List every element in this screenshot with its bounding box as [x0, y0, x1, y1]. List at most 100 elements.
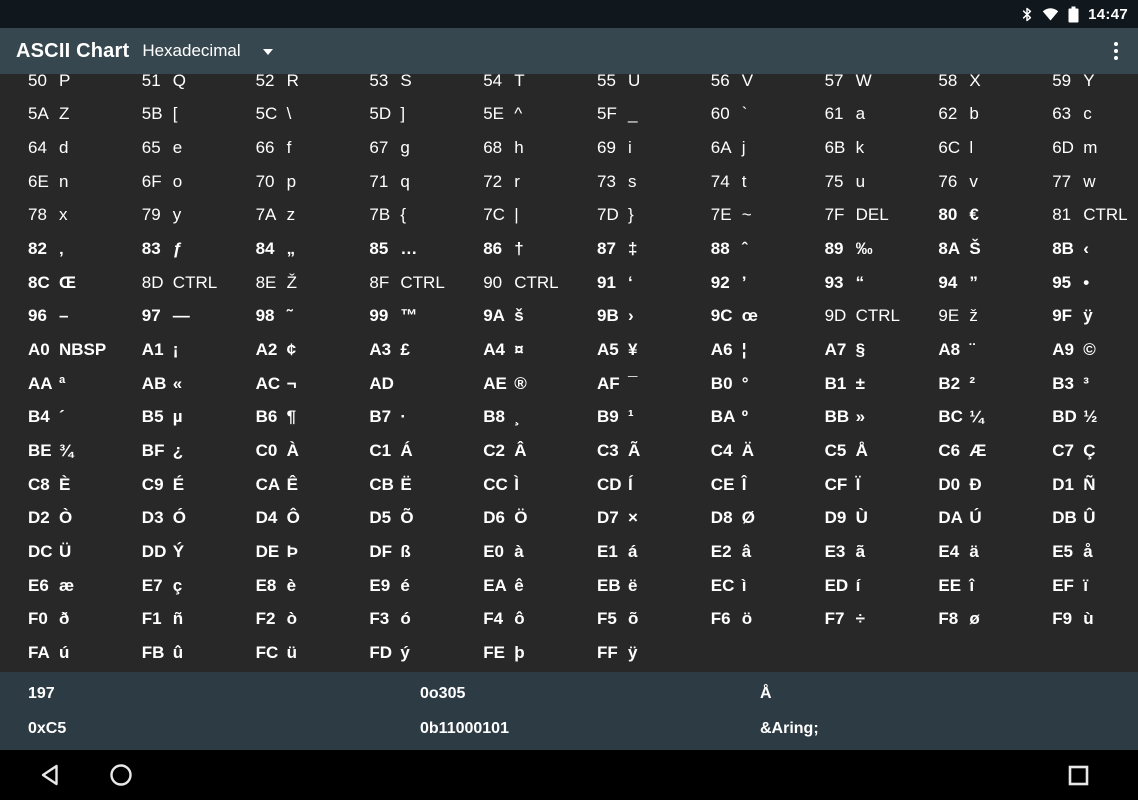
- ascii-cell-A2[interactable]: A2¢: [228, 333, 342, 367]
- back-button[interactable]: [25, 751, 73, 799]
- ascii-cell-C9[interactable]: C9É: [114, 468, 228, 502]
- ascii-cell-5A[interactable]: 5AZ: [0, 98, 114, 132]
- ascii-cell-87[interactable]: 87‡: [569, 232, 683, 266]
- ascii-cell-78[interactable]: 78x: [0, 199, 114, 233]
- home-button[interactable]: [97, 751, 145, 799]
- ascii-cell-AC[interactable]: AC¬: [228, 367, 342, 401]
- ascii-cell-A1[interactable]: A1¡: [114, 333, 228, 367]
- ascii-cell-AE[interactable]: AE®: [455, 367, 569, 401]
- ascii-cell-58[interactable]: 58X: [910, 74, 1024, 98]
- ascii-cell-C0[interactable]: C0À: [228, 434, 342, 468]
- ascii-cell-97[interactable]: 97—: [114, 300, 228, 334]
- ascii-cell-95[interactable]: 95•: [1024, 266, 1138, 300]
- ascii-cell-80[interactable]: 80€: [910, 199, 1024, 233]
- ascii-cell-F5[interactable]: F5õ: [569, 603, 683, 637]
- ascii-cell-D7[interactable]: D7×: [569, 502, 683, 536]
- ascii-cell-53[interactable]: 53S: [341, 74, 455, 98]
- ascii-cell-7A[interactable]: 7Az: [228, 199, 342, 233]
- ascii-cell-E1[interactable]: E1á: [569, 535, 683, 569]
- ascii-cell-AF[interactable]: AF¯: [569, 367, 683, 401]
- ascii-cell-C4[interactable]: C4Ä: [683, 434, 797, 468]
- ascii-cell-5D[interactable]: 5D]: [341, 98, 455, 132]
- ascii-cell-B6[interactable]: B6¶: [228, 401, 342, 435]
- ascii-cell-DD[interactable]: DDÝ: [114, 535, 228, 569]
- ascii-cell-F4[interactable]: F4ô: [455, 603, 569, 637]
- ascii-cell-A8[interactable]: A8¨: [910, 333, 1024, 367]
- ascii-cell-9A[interactable]: 9Aš: [455, 300, 569, 334]
- ascii-cell-75[interactable]: 75u: [797, 165, 911, 199]
- ascii-cell-C7[interactable]: C7Ç: [1024, 434, 1138, 468]
- ascii-cell-65[interactable]: 65e: [114, 131, 228, 165]
- ascii-cell-9E[interactable]: 9Ež: [910, 300, 1024, 334]
- ascii-cell-FB[interactable]: FBû: [114, 636, 228, 670]
- ascii-cell-BB[interactable]: BB»: [797, 401, 911, 435]
- ascii-cell-DF[interactable]: DFß: [341, 535, 455, 569]
- ascii-cell-CD[interactable]: CDÍ: [569, 468, 683, 502]
- ascii-cell-63[interactable]: 63c: [1024, 98, 1138, 132]
- ascii-cell-F7[interactable]: F7÷: [797, 603, 911, 637]
- ascii-cell-64[interactable]: 64d: [0, 131, 114, 165]
- ascii-cell-73[interactable]: 73s: [569, 165, 683, 199]
- ascii-cell-51[interactable]: 51Q: [114, 74, 228, 98]
- ascii-cell-FD[interactable]: FDý: [341, 636, 455, 670]
- ascii-cell-D9[interactable]: D9Ù: [797, 502, 911, 536]
- ascii-cell-52[interactable]: 52R: [228, 74, 342, 98]
- ascii-cell-50[interactable]: 50P: [0, 74, 114, 98]
- ascii-cell-BF[interactable]: BF¿: [114, 434, 228, 468]
- ascii-cell-E6[interactable]: E6æ: [0, 569, 114, 603]
- ascii-cell-A9[interactable]: A9©: [1024, 333, 1138, 367]
- ascii-cell-F1[interactable]: F1ñ: [114, 603, 228, 637]
- ascii-cell-86[interactable]: 86†: [455, 232, 569, 266]
- ascii-cell-E7[interactable]: E7ç: [114, 569, 228, 603]
- ascii-cell-5B[interactable]: 5B[: [114, 98, 228, 132]
- ascii-cell-ED[interactable]: EDí: [797, 569, 911, 603]
- ascii-cell-60[interactable]: 60`: [683, 98, 797, 132]
- ascii-cell-8E[interactable]: 8EŽ: [228, 266, 342, 300]
- ascii-cell-66[interactable]: 66f: [228, 131, 342, 165]
- ascii-cell-7F[interactable]: 7FDEL: [797, 199, 911, 233]
- ascii-cell-8D[interactable]: 8DCTRL: [114, 266, 228, 300]
- ascii-cell-6A[interactable]: 6Aj: [683, 131, 797, 165]
- ascii-cell-E8[interactable]: E8è: [228, 569, 342, 603]
- ascii-cell-D8[interactable]: D8Ø: [683, 502, 797, 536]
- ascii-cell-F8[interactable]: F8ø: [910, 603, 1024, 637]
- ascii-cell-6C[interactable]: 6Cl: [910, 131, 1024, 165]
- ascii-cell-56[interactable]: 56V: [683, 74, 797, 98]
- ascii-cell-82[interactable]: 82‚: [0, 232, 114, 266]
- ascii-cell-B7[interactable]: B7·: [341, 401, 455, 435]
- ascii-grid-viewport[interactable]: 50P51Q52R53S54T55U56V57W58X59Y5AZ5B[5C\5…: [0, 74, 1138, 672]
- ascii-cell-8B[interactable]: 8B‹: [1024, 232, 1138, 266]
- ascii-cell-BD[interactable]: BD½: [1024, 401, 1138, 435]
- ascii-cell-EF[interactable]: EFï: [1024, 569, 1138, 603]
- ascii-cell-6F[interactable]: 6Fo: [114, 165, 228, 199]
- ascii-cell-83[interactable]: 83ƒ: [114, 232, 228, 266]
- ascii-cell-E4[interactable]: E4ä: [910, 535, 1024, 569]
- ascii-cell-A4[interactable]: A4¤: [455, 333, 569, 367]
- ascii-cell-CF[interactable]: CFÏ: [797, 468, 911, 502]
- ascii-cell-D5[interactable]: D5Õ: [341, 502, 455, 536]
- ascii-cell-B8[interactable]: B8¸: [455, 401, 569, 435]
- ascii-cell-9D[interactable]: 9DCTRL: [797, 300, 911, 334]
- ascii-cell-D6[interactable]: D6Ö: [455, 502, 569, 536]
- ascii-cell-F0[interactable]: F0ð: [0, 603, 114, 637]
- ascii-cell-57[interactable]: 57W: [797, 74, 911, 98]
- ascii-cell-A3[interactable]: A3£: [341, 333, 455, 367]
- ascii-cell-54[interactable]: 54T: [455, 74, 569, 98]
- ascii-cell-85[interactable]: 85…: [341, 232, 455, 266]
- ascii-cell-B1[interactable]: B1±: [797, 367, 911, 401]
- ascii-cell-93[interactable]: 93“: [797, 266, 911, 300]
- ascii-cell-D2[interactable]: D2Ò: [0, 502, 114, 536]
- ascii-cell-8A[interactable]: 8AŠ: [910, 232, 1024, 266]
- ascii-cell-B3[interactable]: B3³: [1024, 367, 1138, 401]
- ascii-cell-AA[interactable]: AAª: [0, 367, 114, 401]
- ascii-cell-EB[interactable]: EBë: [569, 569, 683, 603]
- ascii-cell-92[interactable]: 92’: [683, 266, 797, 300]
- ascii-cell-5E[interactable]: 5E^: [455, 98, 569, 132]
- ascii-cell-77[interactable]: 77w: [1024, 165, 1138, 199]
- ascii-cell-74[interactable]: 74t: [683, 165, 797, 199]
- ascii-cell-C3[interactable]: C3Ã: [569, 434, 683, 468]
- number-base-dropdown[interactable]: Hexadecimal: [142, 41, 272, 61]
- ascii-cell-F6[interactable]: F6ö: [683, 603, 797, 637]
- ascii-cell-C2[interactable]: C2Â: [455, 434, 569, 468]
- ascii-cell-67[interactable]: 67g: [341, 131, 455, 165]
